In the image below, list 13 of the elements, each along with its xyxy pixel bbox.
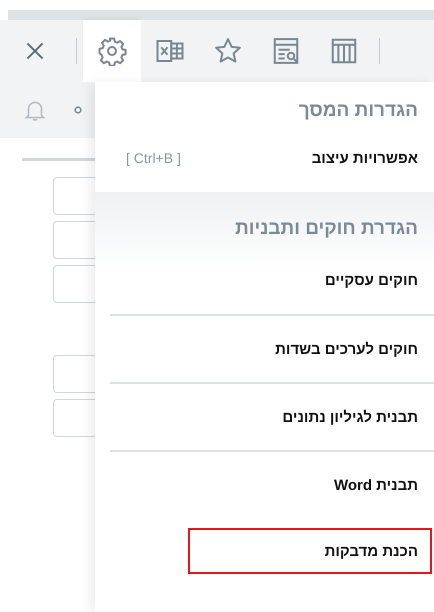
settings-icon — [97, 36, 127, 66]
section-title: הגדרת חוקים ותבניות — [234, 217, 419, 241]
menu-item[interactable]: הכנת מדבקות — [190, 530, 430, 572]
menu-item[interactable]: תבנית Word — [110, 450, 434, 518]
columns-icon — [329, 36, 359, 66]
section-title: הגדרות המסך — [298, 99, 419, 123]
menu-item[interactable]: חוקים עסקיים — [110, 246, 434, 314]
toolbar-tab[interactable] — [83, 20, 141, 82]
menu-item[interactable]: חוקים לערכים בשדות — [110, 314, 434, 382]
circle-icon — [74, 106, 82, 114]
shortcut-hint: [ Ctrl+B ] — [126, 150, 181, 166]
report-search-icon — [271, 36, 301, 66]
menu-item[interactable]: תבנית לגיליון נתונים — [110, 382, 434, 450]
